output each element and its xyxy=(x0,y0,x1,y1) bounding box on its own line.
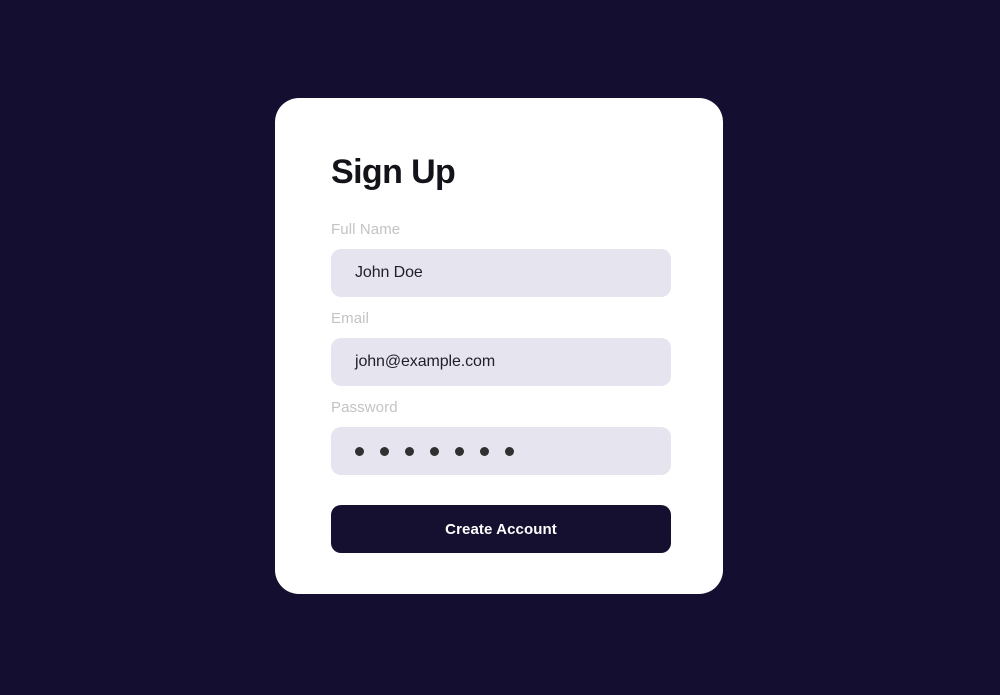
email-label: Email xyxy=(331,310,370,327)
password-input[interactable] xyxy=(331,427,671,475)
password-dot xyxy=(505,446,514,456)
create-account-button[interactable]: Create Account xyxy=(331,505,671,553)
signup-card: Sign Up Full Name John Doe Email john@ex… xyxy=(275,98,723,594)
signup-form: Sign Up Full Name John Doe Email john@ex… xyxy=(331,155,671,553)
full-name-input[interactable]: John Doe xyxy=(331,249,671,297)
password-label: Password xyxy=(331,399,398,416)
signup-screen: Sign Up Full Name John Doe Email john@ex… xyxy=(0,0,1000,695)
page-title: Sign Up xyxy=(331,153,456,191)
password-dot xyxy=(480,446,489,456)
password-dot xyxy=(405,446,414,456)
password-dot xyxy=(380,446,389,456)
field-group-email: Email john@example.com xyxy=(331,311,671,386)
field-group-full-name: Full Name John Doe xyxy=(331,222,671,297)
full-name-label: Full Name xyxy=(331,221,401,238)
field-group-password: Password xyxy=(331,400,671,475)
password-dot xyxy=(455,446,464,456)
password-dot xyxy=(430,446,439,456)
password-mask-dots xyxy=(355,446,514,456)
email-input[interactable]: john@example.com xyxy=(331,338,671,386)
password-dot xyxy=(355,446,364,456)
